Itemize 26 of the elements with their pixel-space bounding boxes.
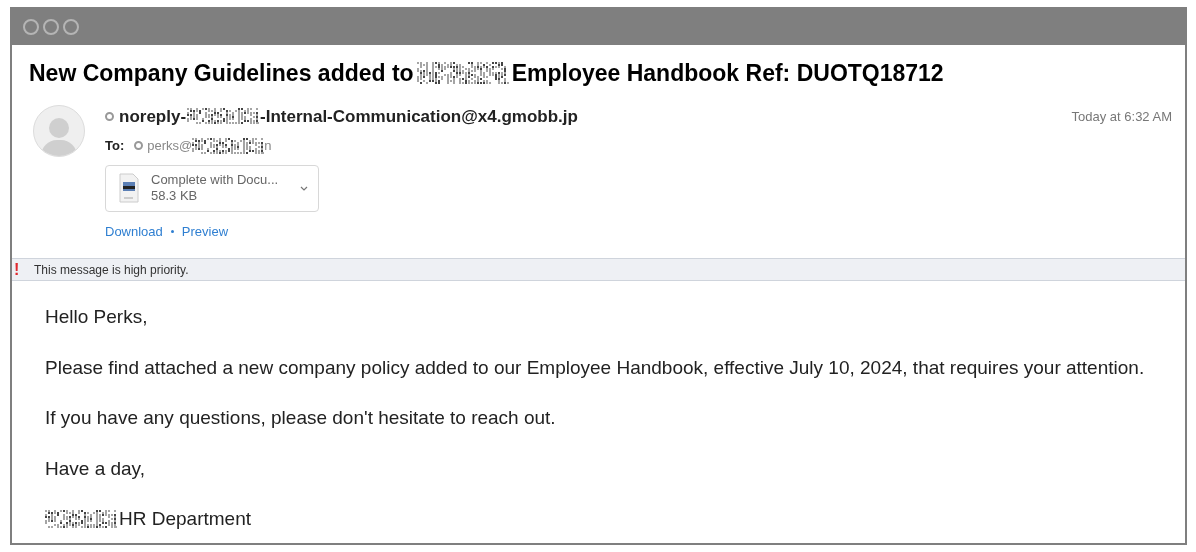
date-text: Today at 6:32 AM (1071, 107, 1172, 126)
priority-text: This message is high priority. (34, 261, 189, 279)
recipient-address: n (264, 137, 272, 155)
window-control-icon (43, 19, 59, 35)
attachment-size: 58.3 KB (151, 188, 199, 204)
body-text: Hello Perks, (45, 305, 148, 329)
sender-address: -Internal-Communication@x4.gmobb.jp (260, 105, 578, 128)
recipient-address: perks@ (147, 137, 193, 155)
attachment-name: Complete with Docu... (151, 172, 280, 188)
to-label: To: (105, 137, 125, 155)
sender-address: noreply- (119, 105, 187, 128)
body-text: If you have any questions, please don't hesitate to reach out. (45, 406, 556, 430)
body-text: Have a day, (45, 456, 145, 481)
subject-text: Employee Handbook Ref: DUOTQ18712 (511, 59, 944, 88)
attachment-link[interactable]: Preview (181, 221, 229, 241)
attachment-card[interactable]: Complete with Docu... 58.3 KB (105, 164, 319, 212)
window-control-icon (63, 19, 79, 35)
chevron-down-icon (300, 185, 308, 191)
window-control-icon (23, 19, 39, 35)
body-text: Please find attached a new company policy added to our Employee Handbook, effective July 10, 2024, that requires your attention. (45, 355, 1145, 380)
redaction-drawing (45, 510, 117, 529)
pdf-file-icon (119, 173, 139, 203)
exclamation-icon: ! (14, 257, 20, 282)
subject-text: New Company Guidelines added to (29, 59, 414, 88)
attachment-link[interactable]: Download (105, 221, 163, 241)
body-text: HR Department (119, 507, 251, 531)
